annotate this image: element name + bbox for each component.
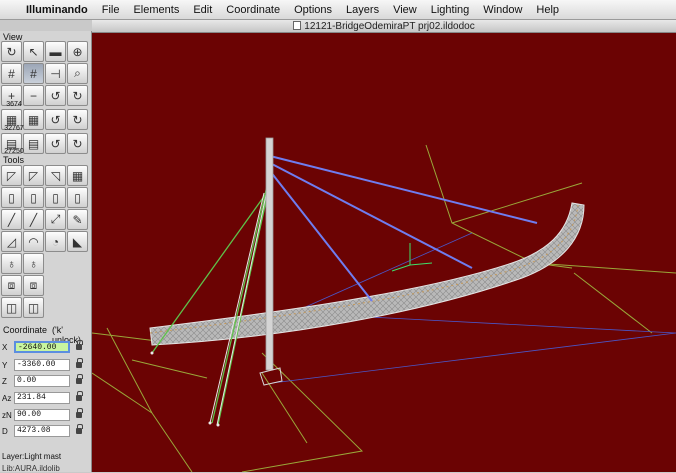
axis-gizmo xyxy=(391,243,433,272)
lock-icon[interactable] xyxy=(76,391,83,401)
lock-icon[interactable] xyxy=(76,408,83,418)
rotate-y-icon[interactable]: ↺ xyxy=(45,109,66,130)
pan-value: 32767 xyxy=(4,125,24,132)
coord-row-zn: zN 90.00 xyxy=(2,408,88,422)
app-menu[interactable]: Illuminando xyxy=(26,4,88,16)
wall-tool-icon[interactable]: ▯ xyxy=(1,187,22,208)
menu-elements[interactable]: Elements xyxy=(133,4,179,16)
menu-window[interactable]: Window xyxy=(483,4,522,16)
grid-fine-icon[interactable]: # xyxy=(23,63,44,84)
z-input[interactable]: 0.00 xyxy=(14,375,70,387)
coord-row-z: Z 0.00 xyxy=(2,374,88,388)
distance-value: 27250 xyxy=(4,148,24,155)
coord-label: X xyxy=(2,342,8,352)
menu-options[interactable]: Options xyxy=(294,4,332,16)
target-icon[interactable]: ⊕ xyxy=(67,41,88,62)
panel-tool-2-icon[interactable]: ▯ xyxy=(67,187,88,208)
panel-tool-icon[interactable]: ▯ xyxy=(45,187,66,208)
coord-label: D xyxy=(2,426,8,436)
tool-panel: View ↻ ↖ ▬ ⊕ # # ⊣ ⌕ + − ↺ ↻ 3674 ▦ ▦ ↺ … xyxy=(0,31,92,472)
tools-section-label: Tools xyxy=(3,155,25,165)
arc-tool-icon[interactable]: ◠ xyxy=(23,231,44,252)
corner-tool-icon[interactable]: ◿ xyxy=(1,231,22,252)
light-box-2-icon[interactable]: ⧈ xyxy=(23,275,44,296)
coordinate-section-label: Coordinate xyxy=(3,325,48,335)
menu-view[interactable]: View xyxy=(393,4,417,16)
coord-label: Az xyxy=(2,393,12,403)
menu-bar: Illuminando File Elements Edit Coordinat… xyxy=(0,0,676,20)
distance-input[interactable]: 4273.08 xyxy=(14,425,70,437)
surface-tool-icon[interactable]: ◹ xyxy=(45,165,66,186)
x-input[interactable]: -2640.00 xyxy=(14,341,70,353)
pylon xyxy=(265,137,274,371)
menu-lighting[interactable]: Lighting xyxy=(431,4,470,16)
pen-tool-icon[interactable]: ✎ xyxy=(67,209,88,230)
coord-row-x: X -2640.00 xyxy=(2,340,88,354)
rotate-x-back-icon[interactable]: ↻ xyxy=(67,85,88,106)
lock-icon[interactable] xyxy=(76,424,83,434)
luminaire-icon[interactable]: ♁ xyxy=(1,253,22,274)
line-tool-icon[interactable]: ╱ xyxy=(1,209,22,230)
line-tool-2-icon[interactable]: ╱ xyxy=(23,209,44,230)
axis-icon[interactable]: ⊣ xyxy=(45,63,66,84)
zoom-window-icon[interactable]: ⌕ xyxy=(67,63,88,84)
coord-row-az: Az 231.84 xyxy=(2,391,88,405)
rotate-y-back-icon[interactable]: ↻ xyxy=(67,109,88,130)
y-input[interactable]: -3360.00 xyxy=(14,359,70,371)
coord-label: Z xyxy=(2,376,7,386)
menu-layers[interactable]: Layers xyxy=(346,4,379,16)
coord-label: Y xyxy=(2,360,8,370)
rotate-z-icon[interactable]: ↺ xyxy=(45,133,66,154)
rotate-x-icon[interactable]: ↺ xyxy=(45,85,66,106)
zenith-input[interactable]: 90.00 xyxy=(14,409,70,421)
menu-edit[interactable]: Edit xyxy=(193,4,212,16)
calc-grid-icon[interactable]: ▦ xyxy=(67,165,88,186)
polyline-tool-icon[interactable]: ⤢ xyxy=(45,209,66,230)
layer-status: Layer:Light mast xyxy=(2,452,62,461)
3d-viewport[interactable] xyxy=(92,33,676,472)
shape-tool-icon[interactable]: ◣ xyxy=(67,231,88,252)
wall-tool-2-icon[interactable]: ▯ xyxy=(23,187,44,208)
zoom-value: 3674 xyxy=(6,101,22,108)
window-titlebar: 12121-BridgeOdemiraPT prj02.ildodoc xyxy=(92,20,676,33)
window-title: 12121-BridgeOdemiraPT prj02.ildodoc xyxy=(304,21,475,32)
circle-tool-icon[interactable]: ◔ xyxy=(45,231,66,252)
lock-icon[interactable] xyxy=(76,358,83,368)
azimuth-input[interactable]: 231.84 xyxy=(14,392,70,404)
projector-2-icon[interactable]: ◫ xyxy=(23,297,44,318)
footings xyxy=(150,351,220,427)
projector-icon[interactable]: ◫ xyxy=(1,297,22,318)
menu-coordinate[interactable]: Coordinate xyxy=(226,4,280,16)
lock-icon[interactable] xyxy=(76,340,83,350)
coord-row-y: Y -3360.00 xyxy=(2,358,88,372)
document-icon xyxy=(293,21,302,30)
luminaire-2-icon[interactable]: ♁ xyxy=(23,253,44,274)
rotate-view-icon[interactable]: ↻ xyxy=(1,41,22,62)
coord-row-d: D 4273.08 xyxy=(2,424,88,438)
grid-icon[interactable]: # xyxy=(1,63,22,84)
select-esc-icon[interactable]: ↖ xyxy=(23,41,44,62)
car-icon[interactable]: ▬ xyxy=(45,41,66,62)
plane-tool-icon[interactable]: ◸ xyxy=(1,165,22,186)
rotate-z-back-icon[interactable]: ↻ xyxy=(67,133,88,154)
back-cables xyxy=(151,172,271,426)
coord-label: zN xyxy=(2,410,12,420)
menu-help[interactable]: Help xyxy=(536,4,559,16)
plane-tool-2-icon[interactable]: ◸ xyxy=(23,165,44,186)
light-box-icon[interactable]: ⧈ xyxy=(1,275,22,296)
bridge-scene xyxy=(92,137,676,472)
bridge-deck xyxy=(149,202,585,346)
lock-icon[interactable] xyxy=(76,374,83,384)
menu-file[interactable]: File xyxy=(102,4,120,16)
